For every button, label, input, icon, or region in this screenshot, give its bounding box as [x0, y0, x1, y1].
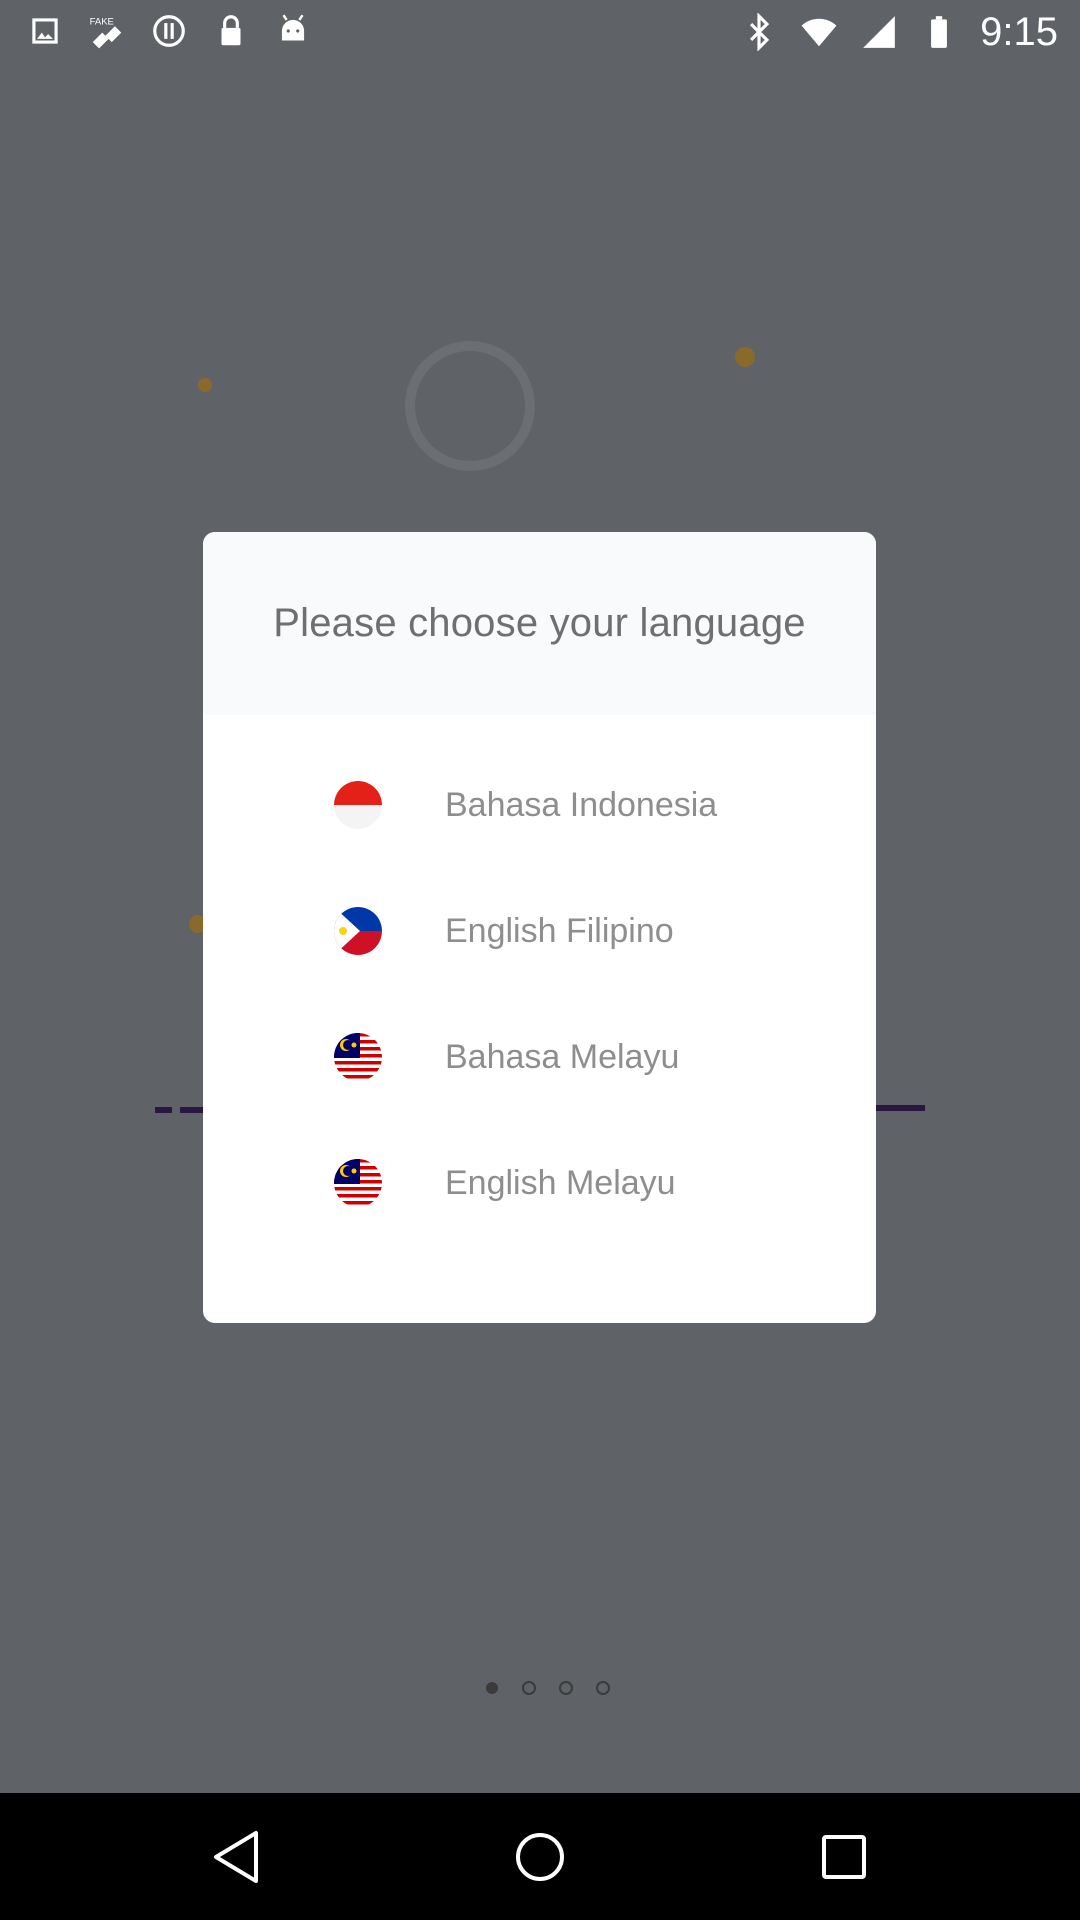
language-label: English Filipino [445, 911, 674, 950]
page-dot [522, 1681, 536, 1695]
language-option-english-melayu[interactable]: English Melayu [203, 1120, 876, 1246]
lock-icon [221, 15, 241, 46]
status-right-icons: 9:15 [740, 8, 1058, 56]
battery-icon [931, 16, 948, 48]
status-left-icons: FAKE [26, 12, 312, 50]
language-label: English Melayu [445, 1163, 676, 1202]
language-option-english-filipino[interactable]: English Filipino [203, 868, 876, 994]
decor-dot [198, 378, 212, 392]
page-indicator [486, 1681, 610, 1695]
image-icon [32, 18, 58, 44]
language-label: Bahasa Melayu [445, 1037, 680, 1076]
page-dot [559, 1681, 573, 1695]
status-bar: FAKE 9:15 [0, 0, 1080, 63]
malaysia-flag-icon [334, 1033, 382, 1081]
language-dialog: Please choose your language Bahasa Indon… [203, 532, 876, 1323]
dialog-header: Please choose your language [203, 532, 876, 715]
status-time: 9:15 [980, 10, 1058, 54]
alert-circle-icon [153, 15, 185, 47]
page-dot [596, 1681, 610, 1695]
signal-icon [863, 16, 895, 48]
recents-icon[interactable] [812, 1825, 876, 1889]
home-icon[interactable] [508, 1825, 572, 1889]
decor-ring [405, 341, 535, 471]
page-dot-active [486, 1682, 498, 1694]
language-option-bahasa-indonesia[interactable]: Bahasa Indonesia [203, 742, 876, 868]
svg-text:FAKE: FAKE [90, 17, 114, 28]
language-label: Bahasa Indonesia [445, 785, 718, 824]
wifi-icon [801, 18, 837, 47]
bluetooth-icon [750, 13, 770, 51]
back-icon[interactable] [204, 1825, 268, 1889]
malaysia-flag-icon [334, 1159, 382, 1207]
language-option-bahasa-melayu[interactable]: Bahasa Melayu [203, 994, 876, 1120]
indonesia-flag-icon [334, 781, 382, 829]
dialog-title: Please choose your language [273, 601, 806, 645]
philippines-flag-icon [334, 907, 382, 955]
navigation-bar [0, 1793, 1080, 1920]
android-icon [281, 14, 305, 41]
decor-dot [735, 347, 755, 367]
fake-gps-icon: FAKE [90, 17, 122, 49]
